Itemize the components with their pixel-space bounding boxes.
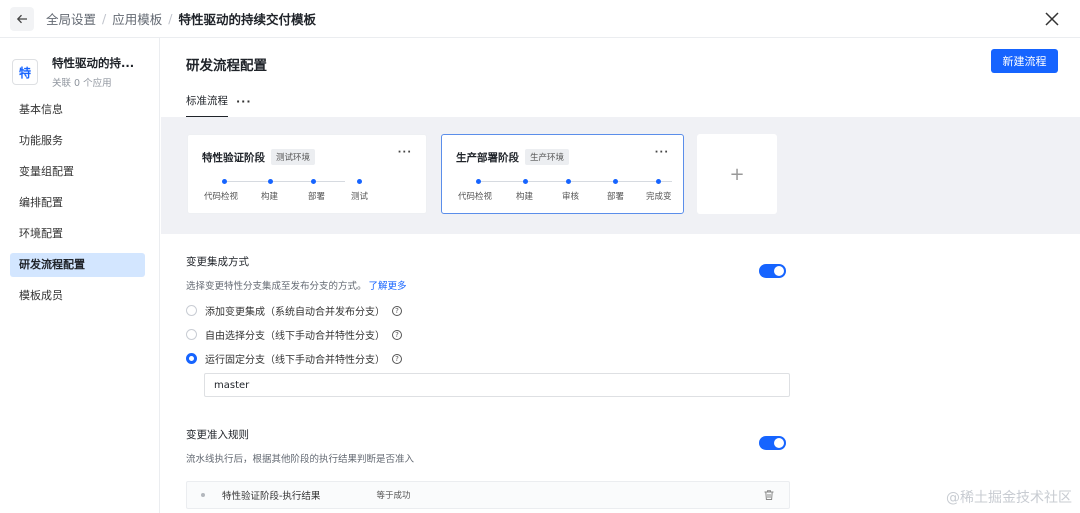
branch-input[interactable] (204, 373, 790, 397)
integration-toggle[interactable] (759, 264, 786, 278)
integration-desc-text: 选择变更特性分支集成至发布分支的方式。 (186, 281, 367, 292)
admission-section: 变更准入规则 流水线执行后，根据其他阶段的执行结果判断是否准入 (186, 427, 414, 465)
stage-name: 特性验证阶段 (202, 151, 265, 164)
radio-button[interactable] (186, 329, 197, 340)
learn-more-link[interactable]: 了解更多 (369, 281, 407, 292)
new-flow-button[interactable]: 新建流程 (991, 49, 1058, 73)
integration-section: 变更集成方式 选择变更特性分支集成至发布分支的方式。 了解更多 (186, 254, 407, 292)
radio-button-checked[interactable] (186, 353, 197, 364)
rule-name: 特性验证阶段-执行结果 (222, 491, 321, 502)
sidebar-item-orchestration[interactable]: 编排配置 (10, 191, 145, 215)
step-label: 部署 (308, 192, 326, 202)
step-label: 完成变 (646, 192, 672, 202)
step-label: 部署 (607, 192, 625, 202)
steps-connector (225, 181, 345, 182)
help-icon[interactable]: ? (392, 353, 402, 364)
stage-steps: 代码检视 构建 审核 部署 完成变 (456, 179, 672, 205)
page-title: 研发流程配置 (186, 58, 267, 74)
radio-button[interactable] (186, 305, 197, 316)
flow-tabs: 标准流程 ··· (186, 93, 252, 118)
step-label: 测试 (351, 192, 369, 202)
plus-icon: + (729, 163, 745, 185)
toggle-knob (774, 266, 784, 276)
help-icon[interactable]: ? (392, 329, 402, 340)
step-label: 构建 (516, 192, 534, 202)
trash-icon[interactable] (763, 489, 775, 501)
integration-option-free[interactable]: 自由选择分支（线下手动合并特性分支） ? (186, 327, 402, 342)
template-avatar: 特 (12, 59, 38, 85)
more-icon[interactable]: ··· (655, 147, 669, 158)
integration-option-auto[interactable]: 添加变更集成（系统自动合并发布分支） ? (186, 303, 402, 318)
rule-bullet (201, 493, 205, 497)
sidebar-item-variable-groups[interactable]: 变量组配置 (10, 160, 145, 184)
env-tag: 测试环境 (271, 149, 316, 165)
stage-card[interactable]: 特性验证阶段 测试环境 ··· 代码检视 构建 部署 测试 (187, 134, 427, 214)
template-app-count: 关联 0 个应用 (52, 78, 112, 89)
stage-area: 特性验证阶段 测试环境 ··· 代码检视 构建 部署 测试 生产部署阶段 生产环… (161, 117, 1080, 234)
step-dot (656, 179, 661, 184)
stage-steps: 代码检视 构建 部署 测试 (202, 179, 412, 205)
more-icon[interactable]: ··· (398, 147, 412, 158)
stage-name: 生产部署阶段 (456, 151, 519, 164)
admission-rule-row: 特性验证阶段-执行结果 等于成功 (186, 481, 790, 509)
sidebar-item-dev-flow[interactable]: 研发流程配置 (10, 253, 145, 277)
close-icon[interactable] (1042, 9, 1062, 29)
more-icon[interactable]: ··· (236, 95, 252, 116)
breadcrumb-global-settings[interactable]: 全局设置 (46, 9, 96, 28)
step-dot (566, 179, 571, 184)
step-dot (222, 179, 227, 184)
top-bar: 全局设置 / 应用模板 / 特性驱动的持续交付模板 (0, 0, 1080, 38)
admission-desc: 流水线执行后，根据其他阶段的执行结果判断是否准入 (186, 454, 415, 465)
help-icon[interactable]: ? (392, 305, 402, 316)
arrow-left-icon (16, 14, 27, 23)
breadcrumb-current: 特性驱动的持续交付模板 (178, 12, 316, 27)
option-label: 自由选择分支（线下手动合并特性分支） (205, 331, 385, 342)
integration-title: 变更集成方式 (186, 256, 249, 268)
option-label: 运行固定分支（线下手动合并特性分支） (205, 355, 385, 366)
step-label: 构建 (261, 192, 279, 202)
toggle-knob (774, 438, 784, 448)
env-tag: 生产环境 (525, 149, 570, 165)
sidebar-item-basic-info[interactable]: 基本信息 (10, 98, 145, 122)
sidebar: 特 特性驱动的持... 关联 0 个应用 基本信息 功能服务 变量组配置 编排配… (0, 38, 160, 513)
stage-card-selected[interactable]: 生产部署阶段 生产环境 ··· 代码检视 构建 审核 部署 完成变 (441, 134, 684, 214)
integration-desc: 选择变更特性分支集成至发布分支的方式。 了解更多 (186, 278, 407, 292)
integration-option-fixed[interactable]: 运行固定分支（线下手动合并特性分支） ? (186, 351, 402, 366)
watermark: @稀土掘金技术社区 (946, 490, 1072, 506)
sidebar-item-services[interactable]: 功能服务 (10, 129, 145, 153)
template-card: 特 特性驱动的持... 关联 0 个应用 (0, 38, 159, 92)
breadcrumb-app-templates[interactable]: 应用模板 (112, 9, 162, 28)
step-dot (268, 179, 273, 184)
option-label: 添加变更集成（系统自动合并发布分支） (205, 307, 385, 318)
step-label: 代码检视 (458, 192, 493, 202)
breadcrumb-separator: / (102, 11, 107, 26)
rule-operator: 等于成功 (376, 491, 411, 501)
admission-title: 变更准入规则 (186, 429, 249, 441)
step-dot (523, 179, 528, 184)
step-label: 审核 (562, 192, 580, 202)
template-name: 特性驱动的持... (52, 56, 135, 70)
breadcrumb: 全局设置 / 应用模板 / 特性驱动的持续交付模板 (46, 9, 316, 28)
step-dot (357, 179, 362, 184)
breadcrumb-separator: / (168, 11, 173, 26)
step-dot (311, 179, 316, 184)
sidebar-nav: 基本信息 功能服务 变量组配置 编排配置 环境配置 研发流程配置 模板成员 (0, 98, 159, 308)
tab-standard-flow[interactable]: 标准流程 (186, 93, 228, 118)
steps-connector (478, 181, 672, 182)
step-dot (613, 179, 618, 184)
step-dot (476, 179, 481, 184)
step-label: 代码检视 (204, 192, 239, 202)
add-stage-button[interactable]: + (697, 134, 777, 214)
sidebar-item-environments[interactable]: 环境配置 (10, 222, 145, 246)
main-content: 研发流程配置 新建流程 标准流程 ··· 特性验证阶段 测试环境 ··· 代码检… (161, 38, 1080, 513)
sidebar-item-members[interactable]: 模板成员 (10, 284, 145, 308)
back-button[interactable] (10, 6, 34, 31)
admission-toggle[interactable] (759, 436, 786, 450)
